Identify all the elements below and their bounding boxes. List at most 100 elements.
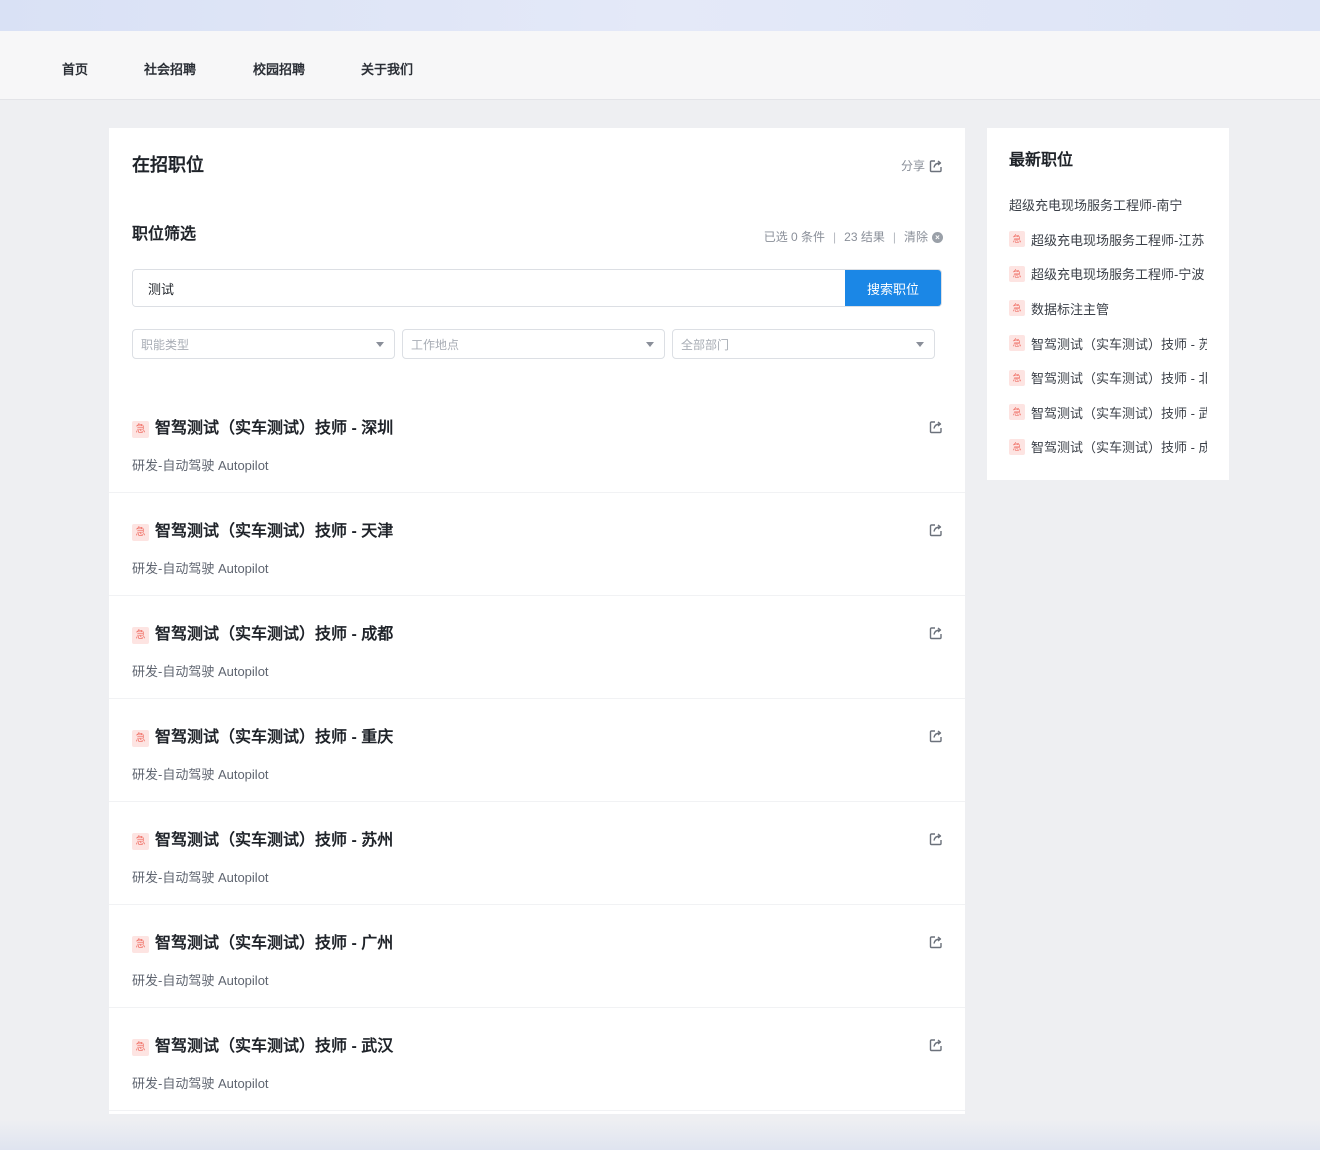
job-title-link[interactable]: 急智驾测试（实车测试）技师 - 苏州 [132, 831, 393, 851]
page-title: 在招职位 [132, 155, 204, 175]
latest-job-label: 超级充电现场服务工程师-南宁 [1009, 198, 1183, 213]
share-icon [929, 160, 942, 173]
share-icon[interactable] [929, 729, 943, 748]
job-item[interactable]: 急智驾测试（实车测试）技师 - 天津研发-自动驾驶 Autopilot [109, 493, 965, 596]
job-title: 智驾测试（实车测试）技师 - 武汉 [155, 1038, 394, 1055]
caret-down-icon [916, 341, 924, 347]
urgent-badge: 急 [132, 935, 149, 953]
divider: | [833, 230, 837, 244]
job-list: 急智驾测试（实车测试）技师 - 深圳 研发-自动驾驶 Autopilot 急智驾测试… [109, 390, 965, 1111]
nav-item-social-recruitment[interactable]: 社会招聘 [144, 62, 196, 78]
urgent-badge: 急 [132, 832, 149, 850]
job-title-link[interactable]: 急智驾测试（实车测试）技师 - 天津 [132, 522, 393, 542]
function-type-select[interactable]: 职能类型 [132, 329, 395, 359]
selected-count: 已选 0 条件 [763, 230, 826, 244]
urgent-badge: 急 [1009, 265, 1025, 282]
job-department: 研发-自动驾驶 Autopilot [132, 870, 269, 885]
filter-summary: 已选 0 条件 | 23 结果 | 清除 × [764, 229, 943, 245]
share-icon[interactable] [929, 935, 943, 954]
urgent-badge: 急 [1009, 335, 1025, 352]
nav-item-home[interactable]: 首页 [62, 62, 88, 78]
latest-job-item[interactable]: 急智驾测试（实车测试）技师 - 北京 [1009, 360, 1207, 395]
top-nav: 首页 社会招聘 校园招聘 关于我们 [0, 31, 1320, 100]
clear-icon: × [932, 231, 943, 243]
select-placeholder: 工作地点 [411, 337, 460, 352]
search-bar: 搜索职位 [132, 269, 942, 307]
latest-job-item[interactable]: 急智驾测试（实车测试）技师 - 苏州 [1009, 326, 1207, 361]
share-label: 分享 [900, 159, 925, 173]
latest-job-item[interactable]: 急智驾测试（实车测试）技师 - 武汉 [1009, 395, 1207, 430]
latest-job-label: 超级充电现场服务工程师-宁波 [1031, 267, 1205, 283]
job-title: 智驾测试（实车测试）技师 - 深圳 [155, 420, 394, 437]
job-title-link[interactable]: 急智驾测试（实车测试）技师 - 重庆 [132, 728, 393, 748]
caret-down-icon [376, 341, 384, 347]
latest-job-label: 数据标注主管 [1031, 301, 1110, 317]
share-icon[interactable] [929, 832, 943, 851]
share-button[interactable]: 分享 [901, 158, 943, 174]
search-input[interactable] [133, 270, 845, 306]
clear-filters-button[interactable]: 清除 × [904, 229, 943, 245]
job-item[interactable]: 急智驾测试（实车测试）技师 - 武汉研发-自动驾驶 Autopilot [109, 1008, 965, 1111]
latest-job-item[interactable]: 急数据标注主管 [1009, 291, 1207, 326]
job-item[interactable]: 急智驾测试（实车测试）技师 - 成都研发-自动驾驶 Autopilot [109, 596, 965, 699]
latest-job-item[interactable]: 急超级充电现场服务工程师-宁波 [1009, 257, 1207, 292]
latest-job-label: 超级充电现场服务工程师-江苏 [1031, 232, 1205, 248]
job-title: 智驾测试（实车测试）技师 - 广州 [155, 935, 394, 952]
job-department: 研发-自动驾驶 Autopilot [132, 767, 269, 782]
clear-label: 清除 [903, 230, 928, 244]
search-button[interactable]: 搜索职位 [845, 270, 941, 306]
urgent-badge: 急 [1009, 300, 1025, 317]
latest-job-label: 智驾测试（实车测试）技师 - 武汉 [1031, 405, 1207, 421]
latest-job-item[interactable]: 急智驾测试（实车测试）技师 - 成都 [1009, 430, 1207, 465]
latest-job-label: 智驾测试（实车测试）技师 - 成都 [1031, 440, 1207, 456]
job-title: 智驾测试（实车测试）技师 - 苏州 [155, 832, 394, 849]
latest-jobs-panel: 最新职位 超级充电现场服务工程师-南宁急超级充电现场服务工程师-江苏急超级充电现… [987, 128, 1229, 480]
filter-title: 职位筛选 [132, 226, 197, 243]
job-title-link[interactable]: 急智驾测试（实车测试）技师 - 深圳 [132, 419, 393, 439]
job-department: 研发-自动驾驶 Autopilot [132, 664, 269, 679]
job-title-link[interactable]: 急智驾测试（实车测试）技师 - 成都 [132, 625, 393, 645]
job-title-link[interactable]: 急智驾测试（实车测试）技师 - 广州 [132, 934, 393, 954]
urgent-badge: 急 [132, 420, 149, 438]
latest-job-label: 智驾测试（实车测试）技师 - 北京 [1031, 371, 1207, 387]
urgent-badge: 急 [1009, 369, 1025, 386]
job-title: 智驾测试（实车测试）技师 - 成都 [155, 626, 394, 643]
job-title: 智驾测试（实车测试）技师 - 重庆 [155, 729, 394, 746]
latest-job-item[interactable]: 超级充电现场服务工程师-南宁 [1009, 195, 1207, 217]
select-placeholder: 职能类型 [141, 337, 190, 352]
nav-item-campus-recruitment[interactable]: 校园招聘 [253, 62, 305, 78]
urgent-badge: 急 [132, 626, 149, 644]
job-item[interactable]: 急智驾测试（实车测试）技师 - 广州研发-自动驾驶 Autopilot [109, 905, 965, 1008]
department-select[interactable]: 全部部门 [672, 329, 935, 359]
job-item[interactable]: 急智驾测试（实车测试）技师 - 重庆研发-自动驾驶 Autopilot [109, 699, 965, 802]
result-count: 23 结果 [844, 230, 885, 244]
job-item[interactable]: 急智驾测试（实车测试）技师 - 苏州研发-自动驾驶 Autopilot [109, 802, 965, 905]
job-department: 研发-自动驾驶 Autopilot [132, 973, 269, 988]
urgent-badge: 急 [1009, 404, 1025, 421]
share-icon[interactable] [929, 1038, 943, 1057]
urgent-badge: 急 [132, 1038, 149, 1056]
job-department: 研发-自动驾驶 Autopilot [132, 1076, 269, 1091]
nav-item-about-us[interactable]: 关于我们 [361, 62, 413, 78]
share-icon[interactable] [929, 523, 943, 542]
urgent-badge: 急 [132, 729, 149, 747]
job-title: 智驾测试（实车测试）技师 - 天津 [155, 523, 394, 540]
urgent-badge: 急 [1009, 231, 1025, 248]
share-icon[interactable] [929, 626, 943, 645]
latest-jobs-title: 最新职位 [1009, 152, 1074, 169]
job-item[interactable]: 急智驾测试（实车测试）技师 - 深圳研发-自动驾驶 Autopilot [109, 390, 965, 493]
divider: | [892, 230, 896, 244]
job-listing-card: 在招职位 分享 职位筛选 已选 0 条件 | 23 结果 | 清除 × 搜索职位… [109, 128, 965, 1114]
urgent-badge: 急 [1009, 438, 1025, 455]
latest-job-item[interactable]: 急超级充电现场服务工程师-江苏 [1009, 222, 1207, 257]
latest-jobs-list: 超级充电现场服务工程师-南宁急超级充电现场服务工程师-江苏急超级充电现场服务工程… [1009, 195, 1207, 464]
urgent-badge: 急 [132, 523, 149, 541]
job-department: 研发-自动驾驶 Autopilot [132, 458, 269, 473]
browser-top-bar [0, 0, 1320, 31]
work-location-select[interactable]: 工作地点 [402, 329, 665, 359]
job-title-link[interactable]: 急智驾测试（实车测试）技师 - 武汉 [132, 1037, 393, 1057]
caret-down-icon [646, 341, 654, 347]
job-department: 研发-自动驾驶 Autopilot [132, 561, 269, 576]
share-icon[interactable] [929, 420, 943, 439]
latest-job-label: 智驾测试（实车测试）技师 - 苏州 [1031, 336, 1207, 352]
